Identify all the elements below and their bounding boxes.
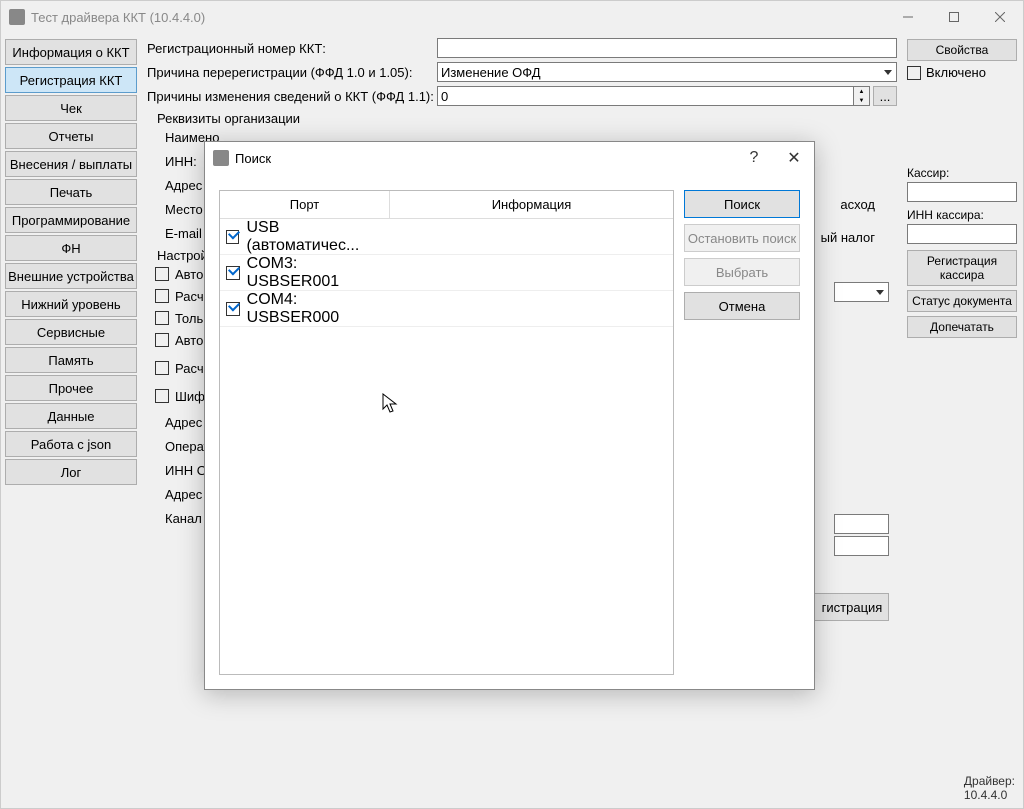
right-panel: Свойства Включено Кассир: ИНН кассира: Р… bbox=[903, 33, 1023, 808]
nav-memory[interactable]: Память bbox=[5, 347, 137, 373]
row-checkbox[interactable] bbox=[226, 266, 240, 280]
nav-log[interactable]: Лог bbox=[5, 459, 137, 485]
nav-programming[interactable]: Программирование bbox=[5, 207, 137, 233]
nav-other[interactable]: Прочее bbox=[5, 375, 137, 401]
regnum-label: Регистрационный номер ККТ: bbox=[147, 41, 437, 56]
driver-version: Драйвер: 10.4.4.0 bbox=[964, 774, 1015, 802]
reasons-browse-button[interactable]: ... bbox=[873, 86, 897, 106]
properties-button[interactable]: Свойства bbox=[907, 39, 1017, 61]
stop-search-button[interactable]: Остановить поиск bbox=[684, 224, 800, 252]
nav-fn[interactable]: ФН bbox=[5, 235, 137, 261]
dialog-icon bbox=[213, 150, 229, 166]
nav-print[interactable]: Печать bbox=[5, 179, 137, 205]
cb-autom[interactable] bbox=[155, 333, 169, 347]
table-row[interactable]: COM3: USBSER001 bbox=[220, 255, 673, 291]
row-checkbox[interactable] bbox=[226, 302, 240, 316]
partial-text: ый налог bbox=[821, 230, 875, 245]
rereg-dropdown[interactable]: Изменение ОФД bbox=[437, 62, 897, 82]
cashier-input[interactable] bbox=[907, 182, 1017, 202]
inn-cashier-input[interactable] bbox=[907, 224, 1017, 244]
cb-cipher[interactable] bbox=[155, 389, 169, 403]
select-button[interactable]: Выбрать bbox=[684, 258, 800, 286]
reasons-input[interactable]: 0 bbox=[437, 86, 854, 106]
search-dialog: Поиск ? ✕ Порт Информация USB (автоматич… bbox=[204, 141, 815, 690]
sidebar: Информация о ККТ Регистрация ККТ Чек Отч… bbox=[1, 33, 141, 808]
partial-text: асход bbox=[840, 197, 875, 212]
cb-raschet[interactable] bbox=[155, 289, 169, 303]
nav-json[interactable]: Работа с json bbox=[5, 431, 137, 457]
cb-only[interactable] bbox=[155, 311, 169, 325]
registration-button-partial[interactable]: гистрация bbox=[811, 593, 889, 621]
cancel-button[interactable]: Отмена bbox=[684, 292, 800, 320]
dialog-title: Поиск bbox=[235, 151, 271, 166]
close-button[interactable] bbox=[977, 1, 1023, 33]
table-row[interactable]: COM4: USBSER000 bbox=[220, 291, 673, 327]
nav-registration[interactable]: Регистрация ККТ bbox=[5, 67, 137, 93]
register-cashier-button[interactable]: Регистрация кассира bbox=[907, 250, 1017, 286]
maximize-button[interactable] bbox=[931, 1, 977, 33]
col-info[interactable]: Информация bbox=[390, 191, 673, 218]
cb-raschet2[interactable] bbox=[155, 361, 169, 375]
reasons-spinner[interactable]: ▲▼ bbox=[854, 86, 870, 106]
dialog-close-button[interactable]: ✕ bbox=[774, 142, 814, 174]
nav-data[interactable]: Данные bbox=[5, 403, 137, 429]
nav-deposits[interactable]: Внесения / выплаты bbox=[5, 151, 137, 177]
app-icon bbox=[9, 9, 25, 25]
minimize-button[interactable] bbox=[885, 1, 931, 33]
col-port[interactable]: Порт bbox=[220, 191, 390, 218]
nav-external[interactable]: Внешние устройства bbox=[5, 263, 137, 289]
title-bar: Тест драйвера ККТ (10.4.4.0) bbox=[1, 1, 1023, 33]
reprint-button[interactable]: Допечатать bbox=[907, 316, 1017, 338]
rereg-label: Причина перерегистрации (ФФД 1.0 и 1.05)… bbox=[147, 65, 437, 80]
nav-info[interactable]: Информация о ККТ bbox=[5, 39, 137, 65]
table-row[interactable]: USB (автоматичес... bbox=[220, 219, 673, 255]
nav-low-level[interactable]: Нижний уровень bbox=[5, 291, 137, 317]
org-group-label: Реквизиты организации bbox=[157, 111, 897, 126]
partial-dropdown[interactable] bbox=[834, 282, 889, 302]
nav-check[interactable]: Чек bbox=[5, 95, 137, 121]
enabled-checkbox[interactable] bbox=[907, 66, 921, 80]
search-button[interactable]: Поиск bbox=[684, 190, 800, 218]
reasons-label: Причины изменения сведений о ККТ (ФФД 1.… bbox=[147, 89, 437, 104]
inn-cashier-label: ИНН кассира: bbox=[907, 208, 1017, 222]
nav-reports[interactable]: Отчеты bbox=[5, 123, 137, 149]
cashier-label: Кассир: bbox=[907, 166, 1017, 180]
ports-table: Порт Информация USB (автоматичес... COM3… bbox=[219, 190, 674, 675]
partial-input[interactable] bbox=[834, 514, 889, 534]
dialog-help-button[interactable]: ? bbox=[734, 142, 774, 174]
nav-service[interactable]: Сервисные bbox=[5, 319, 137, 345]
cb-auto[interactable] bbox=[155, 267, 169, 281]
partial-input-2[interactable] bbox=[834, 536, 889, 556]
row-checkbox[interactable] bbox=[226, 230, 239, 244]
regnum-input[interactable] bbox=[437, 38, 897, 58]
doc-status-button[interactable]: Статус документа bbox=[907, 290, 1017, 312]
window-title: Тест драйвера ККТ (10.4.4.0) bbox=[31, 10, 205, 25]
